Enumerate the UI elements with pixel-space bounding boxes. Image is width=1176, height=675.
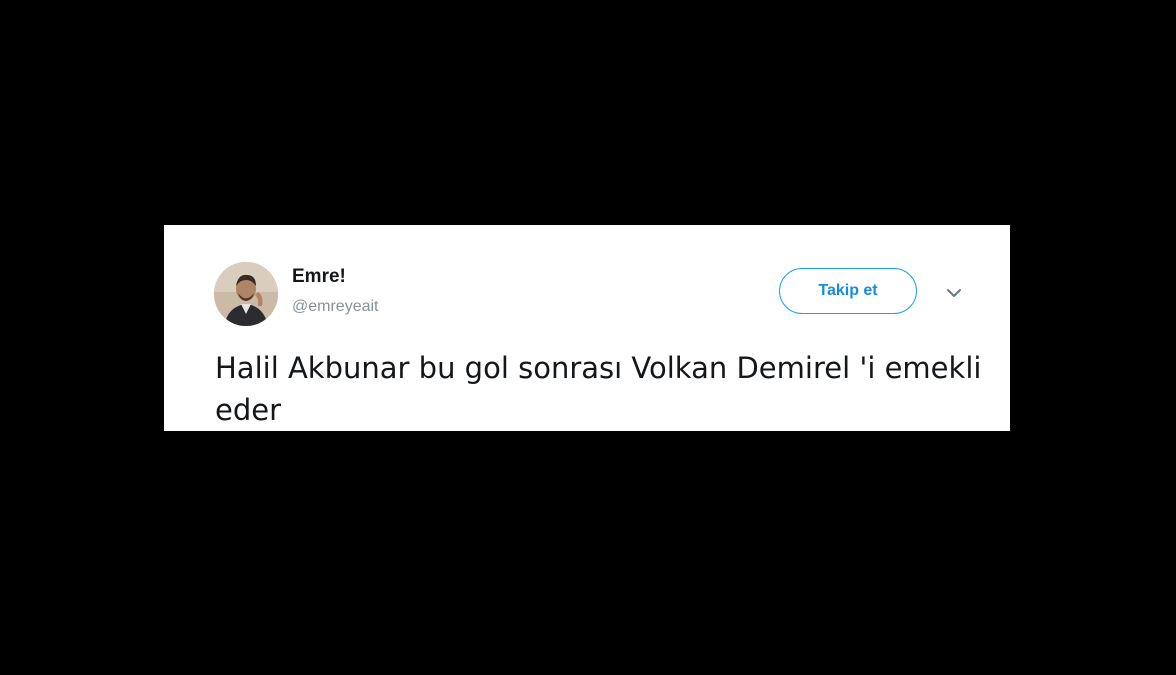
avatar-photo-icon: [214, 262, 278, 326]
tweet-card: Emre! @emreyeait Takip et Halil Akbunar …: [164, 225, 1010, 431]
tweet-text: Halil Akbunar bu gol sonrası Volkan Demi…: [215, 351, 982, 427]
user-handle[interactable]: @emreyeait: [292, 298, 379, 316]
follow-button[interactable]: Takip et: [779, 268, 917, 314]
display-name[interactable]: Emre!: [292, 266, 346, 288]
chevron-down-icon: [947, 289, 961, 297]
more-options-button[interactable]: [942, 283, 966, 303]
avatar[interactable]: [214, 262, 278, 326]
